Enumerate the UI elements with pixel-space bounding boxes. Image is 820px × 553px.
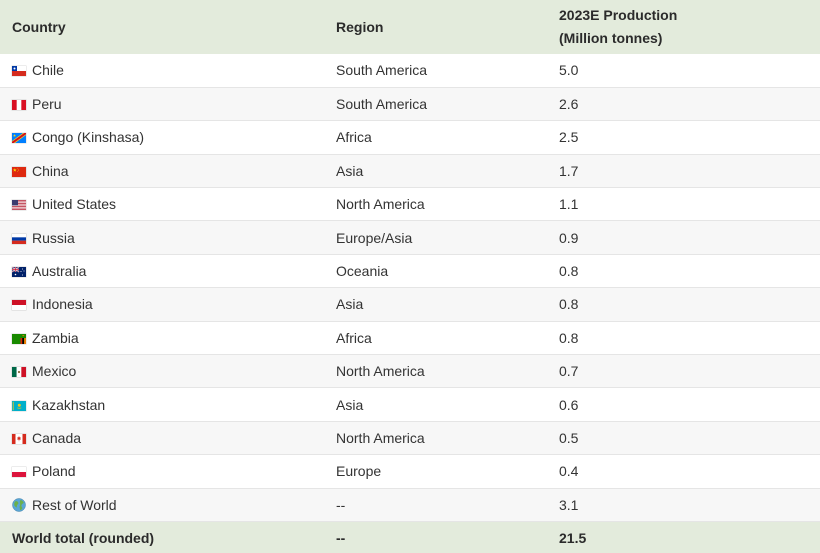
header-production-line1: 2023E Production: [559, 7, 678, 23]
kazakhstan-flag-icon: [12, 400, 26, 411]
country-name: Mexico: [32, 363, 77, 380]
dr-congo-flag-icon: [12, 133, 26, 144]
header-country: Country: [12, 18, 66, 35]
table-row: Kazakhstan Asia 0.6: [0, 387, 820, 422]
table-row: China Asia 1.7: [0, 154, 820, 188]
production-cell: 1.7: [559, 162, 579, 179]
country-name: Rest of World: [32, 496, 117, 513]
country-cell: Congo (Kinshasa): [0, 121, 324, 154]
region-cell: Africa: [336, 329, 372, 346]
globe-icon: [12, 498, 26, 512]
mexico-flag-icon: [12, 367, 26, 378]
total-row: World total (rounded) -- 21.5: [0, 521, 820, 553]
country-name: United States: [32, 196, 117, 213]
country-cell: Kazakhstan: [0, 388, 324, 421]
canada-flag-icon: [12, 433, 26, 444]
table-row: Australia Oceania 0.8: [0, 254, 820, 288]
country-name: Canada: [32, 429, 82, 446]
country-name: Peru: [32, 96, 62, 113]
table-row: Rest of World -- 3.1: [0, 488, 820, 522]
production-cell: 3.1: [559, 496, 579, 513]
country-name: Russia: [32, 229, 75, 246]
production-cell: 1.1: [559, 196, 579, 213]
country-cell: China: [0, 154, 324, 187]
region-cell: North America: [336, 429, 425, 446]
table-row: Canada North America 0.5: [0, 421, 820, 455]
table-row: Congo (Kinshasa) Africa 2.5: [0, 120, 820, 155]
country-cell: Rest of World: [0, 488, 324, 521]
region-cell: South America: [336, 96, 428, 113]
country-cell: Indonesia: [0, 288, 324, 321]
production-cell: 0.8: [559, 263, 579, 280]
total-country-cell: World total (rounded): [12, 529, 155, 546]
country-cell: Chile: [0, 54, 324, 87]
country-cell: Mexico: [0, 355, 324, 388]
table-row: Chile South America 5.0: [0, 54, 820, 88]
table-row: Mexico North America 0.7: [0, 354, 820, 388]
chile-flag-icon: [12, 66, 26, 77]
production-cell: 5.0: [559, 62, 579, 79]
production-cell: 2.5: [559, 129, 579, 146]
country-name: China: [32, 162, 69, 179]
table-header: Country Region 2023E Production (Million…: [0, 0, 820, 54]
country-cell: Zambia: [0, 321, 324, 354]
country-cell: Poland: [0, 455, 324, 488]
production-cell: 0.5: [559, 429, 579, 446]
table-row: Russia Europe/Asia 0.9: [0, 220, 820, 255]
indonesia-flag-icon: [12, 300, 26, 311]
australia-flag-icon: [12, 267, 26, 278]
production-cell: 0.4: [559, 463, 579, 480]
header-production: 2023E Production (Million tonnes): [547, 0, 820, 54]
russia-flag-icon: [12, 233, 26, 244]
country-name: Congo (Kinshasa): [32, 129, 145, 146]
table-row: Zambia Africa 0.8: [0, 321, 820, 355]
region-cell: Asia: [336, 162, 364, 179]
production-cell: 2.6: [559, 96, 579, 113]
country-name: Indonesia: [32, 296, 93, 313]
country-cell: Russia: [0, 221, 324, 254]
country-name: Poland: [32, 463, 76, 480]
country-name: Kazakhstan: [32, 396, 106, 413]
total-region-cell: --: [336, 529, 346, 546]
total-production-cell: 21.5: [559, 529, 587, 546]
region-cell: Asia: [336, 296, 364, 313]
table-row: Indonesia Asia 0.8: [0, 287, 820, 322]
production-cell: 0.8: [559, 329, 579, 346]
zambia-flag-icon: [12, 333, 26, 344]
table-body: Chile South America 5.0 Peru South America 2.…: [0, 54, 820, 553]
country-name: Australia: [32, 263, 87, 280]
region-cell: North America: [336, 196, 425, 213]
country-cell: Peru: [0, 87, 324, 120]
country-cell: United States: [0, 188, 324, 221]
header-row: Country Region 2023E Production (Million…: [0, 0, 820, 54]
china-flag-icon: [12, 166, 26, 177]
production-cell: 0.8: [559, 296, 579, 313]
region-cell: --: [336, 496, 346, 513]
region-cell: Africa: [336, 129, 372, 146]
region-cell: Europe/Asia: [336, 229, 413, 246]
usa-flag-icon: [12, 200, 26, 211]
copper-production-table: Country Region 2023E Production (Million…: [0, 0, 820, 553]
header-production-line2: (Million tonnes): [559, 30, 663, 46]
production-cell: 0.9: [559, 229, 579, 246]
peru-flag-icon: [12, 100, 26, 111]
table-row: Poland Europe 0.4: [0, 454, 820, 489]
region-cell: Europe: [336, 463, 382, 480]
country-name: Chile: [32, 62, 64, 79]
production-cell: 0.7: [559, 363, 579, 380]
region-cell: North America: [336, 363, 425, 380]
header-region: Region: [336, 18, 384, 35]
country-cell: Australia: [0, 254, 324, 287]
region-cell: Oceania: [336, 263, 389, 280]
region-cell: Asia: [336, 396, 364, 413]
region-cell: South America: [336, 62, 428, 79]
production-cell: 0.6: [559, 396, 579, 413]
poland-flag-icon: [12, 467, 26, 478]
table-row: United States North America 1.1: [0, 187, 820, 221]
country-name: Zambia: [32, 329, 79, 346]
country-cell: Canada: [0, 421, 324, 454]
table-row: Peru South America 2.6: [0, 87, 820, 121]
